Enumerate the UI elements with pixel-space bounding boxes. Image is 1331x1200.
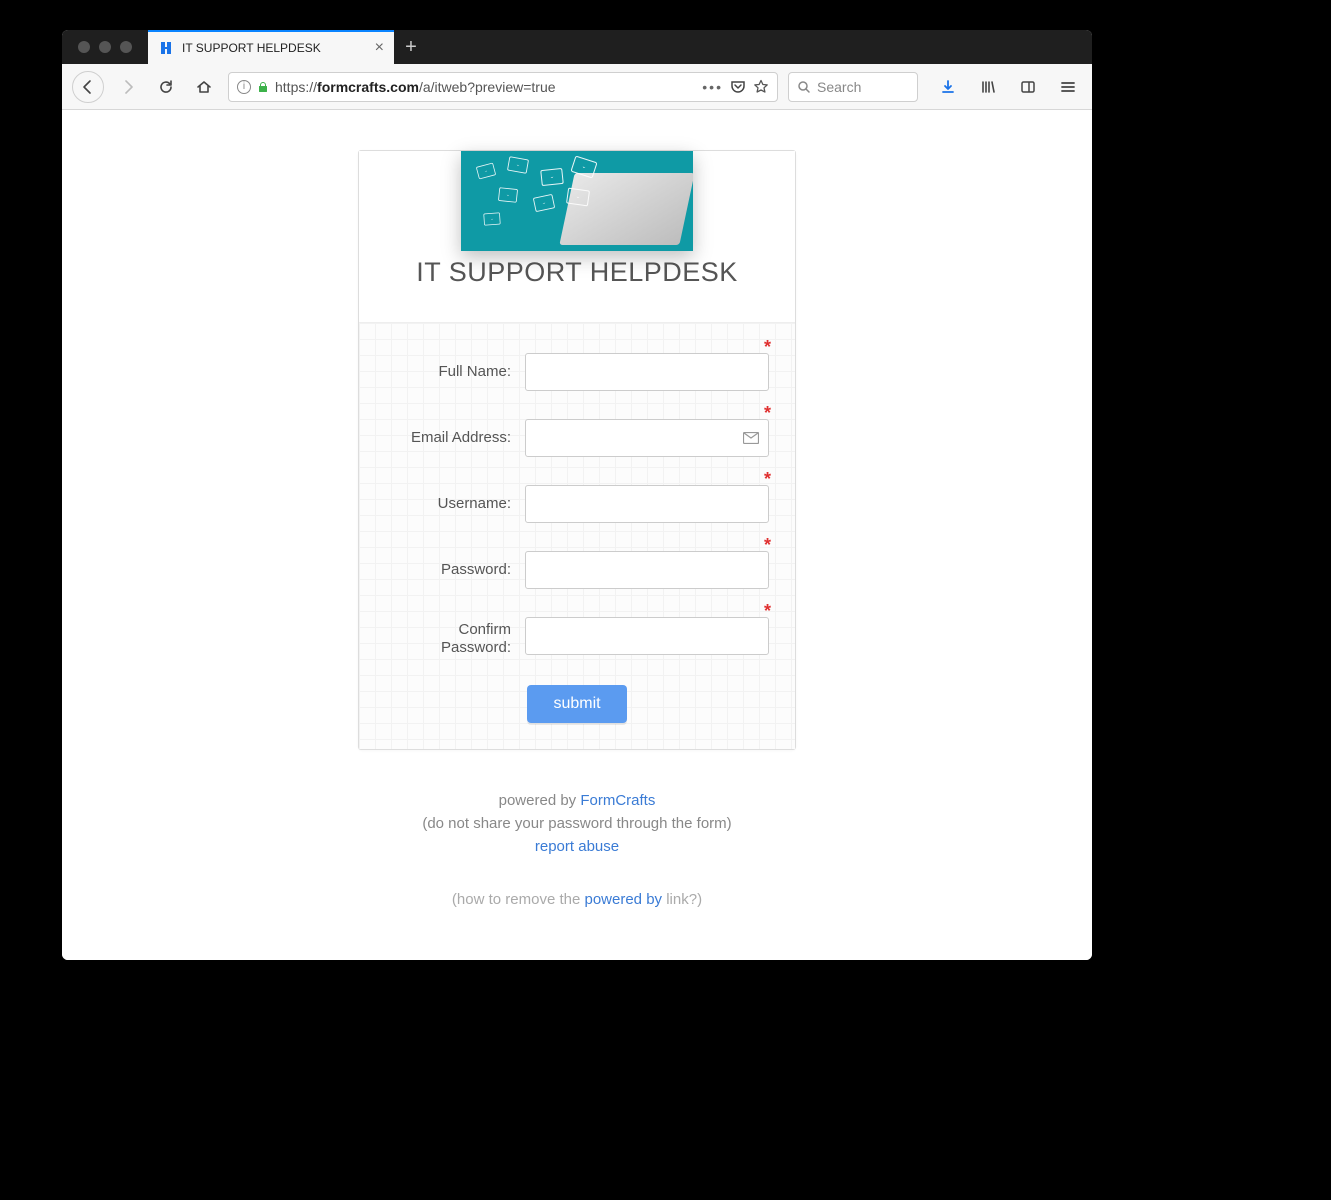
search-placeholder: Search — [817, 79, 861, 95]
menu-icon[interactable] — [1054, 73, 1082, 101]
powered-by-link[interactable]: FormCrafts — [580, 792, 655, 809]
confirm-password-label: Confirm Password: — [385, 617, 525, 657]
password-warning: (do not share your password through the … — [422, 815, 731, 832]
form-body: Full Name: * Email Address: * — [359, 322, 795, 749]
search-icon — [797, 80, 811, 94]
home-button[interactable] — [190, 73, 218, 101]
field-full-name: Full Name: * — [385, 353, 769, 391]
tab-strip: IT SUPPORT HELPDESK × + — [62, 30, 1092, 64]
username-label: Username: — [385, 495, 525, 513]
submit-button[interactable]: submit — [527, 685, 626, 723]
tab-title: IT SUPPORT HELPDESK — [182, 41, 367, 55]
reload-button[interactable] — [152, 73, 180, 101]
browser-window: IT SUPPORT HELPDESK × + i — [62, 30, 1092, 960]
browser-tab[interactable]: IT SUPPORT HELPDESK × — [148, 30, 394, 64]
howto-prefix: (how to remove the — [452, 891, 585, 908]
url-bar[interactable]: i https://formcrafts.com/a/itweb?preview… — [228, 72, 778, 102]
new-tab-button[interactable]: + — [394, 30, 428, 64]
site-info-icon[interactable]: i — [237, 80, 251, 94]
traffic-dot[interactable] — [99, 41, 111, 53]
required-asterisk: * — [764, 601, 771, 622]
report-abuse-link[interactable]: report abuse — [535, 838, 619, 855]
bookmark-star-icon[interactable] — [753, 79, 769, 95]
confirm-password-input[interactable] — [525, 617, 769, 655]
password-label: Password: — [385, 561, 525, 579]
username-input[interactable] — [525, 485, 769, 523]
howto-link[interactable]: powered by — [584, 891, 662, 908]
field-email: Email Address: * — [385, 419, 769, 457]
form-card: IT SUPPORT HELPDESK Full Name: * Email A… — [358, 150, 796, 750]
back-button[interactable] — [72, 71, 104, 103]
field-password: Password: * — [385, 551, 769, 589]
required-asterisk: * — [764, 403, 771, 424]
lock-icon — [257, 81, 269, 93]
full-name-label: Full Name: — [385, 363, 525, 381]
powered-by-text: powered by — [499, 792, 581, 809]
forward-button[interactable] — [114, 73, 142, 101]
window-controls — [62, 30, 148, 64]
field-confirm-password: Confirm Password: * — [385, 617, 769, 657]
field-username: Username: * — [385, 485, 769, 523]
password-input[interactable] — [525, 551, 769, 589]
tab-close-icon[interactable]: × — [375, 39, 384, 57]
form-header: IT SUPPORT HELPDESK — [359, 151, 795, 322]
tab-favicon-icon — [158, 40, 174, 56]
email-label: Email Address: — [385, 429, 525, 447]
page-footer: powered by FormCrafts (do not share your… — [422, 786, 731, 914]
traffic-dot[interactable] — [120, 41, 132, 53]
sidebar-icon[interactable] — [1014, 73, 1042, 101]
traffic-dot[interactable] — [78, 41, 90, 53]
library-icon[interactable] — [974, 73, 1002, 101]
page-actions-icon[interactable]: ••• — [702, 79, 723, 95]
browser-toolbar: i https://formcrafts.com/a/itweb?preview… — [62, 64, 1092, 110]
header-image — [461, 151, 693, 251]
search-bar[interactable]: Search — [788, 72, 918, 102]
envelope-icon — [743, 432, 759, 444]
required-asterisk: * — [764, 535, 771, 556]
page-content: IT SUPPORT HELPDESK Full Name: * Email A… — [62, 110, 1092, 960]
url-text: https://formcrafts.com/a/itweb?preview=t… — [275, 79, 696, 95]
howto-suffix: link?) — [662, 891, 702, 908]
email-input[interactable] — [525, 419, 769, 457]
pocket-icon[interactable] — [729, 78, 747, 96]
downloads-icon[interactable] — [934, 73, 962, 101]
page-title: IT SUPPORT HELPDESK — [359, 257, 795, 288]
required-asterisk: * — [764, 337, 771, 358]
full-name-input[interactable] — [525, 353, 769, 391]
required-asterisk: * — [764, 469, 771, 490]
